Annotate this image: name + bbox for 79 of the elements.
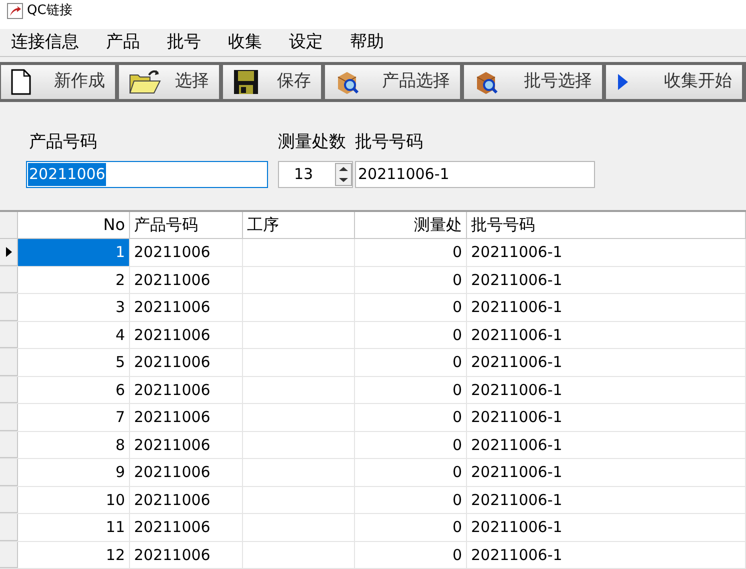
- column-header[interactable]: 产品号码: [130, 212, 243, 238]
- table-cell: 20211006: [130, 542, 243, 568]
- table-cell: 20211006-1: [467, 542, 746, 568]
- product-number-field[interactable]: 20211006: [26, 161, 268, 188]
- table-cell: 20211006-1: [467, 376, 746, 403]
- spinner-arrows-icon: [335, 163, 352, 186]
- table-cell: 20211006: [130, 322, 243, 348]
- column-header[interactable]: 工序: [243, 212, 355, 238]
- batch-number-field[interactable]: 20211006-1: [355, 161, 595, 188]
- table-cell: 20211006: [130, 486, 243, 513]
- table-cell: 0: [355, 404, 467, 430]
- table-cell: 20211006: [130, 459, 243, 486]
- table-cell: 2: [18, 266, 130, 293]
- toolbar-button[interactable]: 批号选择: [464, 64, 602, 99]
- table-cell: 1: [18, 239, 130, 266]
- table-cell: 9: [18, 459, 130, 486]
- menu-item[interactable]: 收集: [221, 30, 269, 56]
- table-cell: 12: [18, 542, 130, 568]
- batch-number-label: 批号号码: [355, 130, 424, 154]
- table-cell: 20211006-1: [467, 322, 746, 348]
- column-header[interactable]: No: [18, 212, 130, 238]
- measure-count-spinner[interactable]: 13: [278, 161, 353, 188]
- product-number-label: 产品号码: [28, 130, 98, 154]
- table-cell: 0: [355, 294, 467, 320]
- column-header[interactable]: 批号号码: [467, 212, 746, 238]
- toolbar-button[interactable]: 收集开始: [606, 64, 742, 99]
- table-cell: 20211006: [130, 266, 243, 293]
- menu-item[interactable]: 连接信息: [4, 30, 86, 56]
- menu-item[interactable]: 帮助: [343, 30, 391, 56]
- table-cell: 8: [18, 432, 130, 458]
- table-cell: 0: [355, 239, 467, 266]
- table-cell: 20211006-1: [467, 404, 746, 430]
- table-cell: 7: [18, 404, 130, 430]
- table-cell: 10: [18, 486, 130, 513]
- table-cell: 20211006-1: [467, 239, 746, 266]
- table-cell: 20211006: [130, 349, 243, 376]
- toolbar-button[interactable]: 选择: [119, 64, 219, 99]
- table-cell: 20211006-1: [467, 294, 746, 320]
- table-cell: 20211006-1: [467, 349, 746, 376]
- table-cell: 20211006-1: [467, 459, 746, 486]
- table-cell: 0: [355, 349, 467, 376]
- table-cell: 3: [18, 294, 130, 320]
- table-cell: 20211006: [130, 514, 243, 540]
- table-cell: 20211006-1: [467, 514, 746, 540]
- table-cell: 20211006-1: [467, 486, 746, 513]
- table-cell: 0: [355, 322, 467, 348]
- table-cell: 20211006: [130, 239, 243, 266]
- toolbar-button[interactable]: 保存: [223, 64, 321, 99]
- table-cell: 5: [18, 349, 130, 376]
- table-cell: 0: [355, 486, 467, 513]
- document-icon: [11, 68, 31, 95]
- app-icon: [7, 2, 23, 19]
- table-cell: 0: [355, 432, 467, 458]
- table-cell: 0: [355, 542, 467, 568]
- table-cell: 0: [355, 459, 467, 486]
- toolbar-button[interactable]: 新作成: [1, 64, 115, 99]
- table-cell: 20211006: [130, 432, 243, 458]
- menu-item[interactable]: 产品: [99, 30, 147, 56]
- menu-item[interactable]: 设定: [282, 30, 330, 56]
- current-row-icon: [6, 246, 12, 257]
- folder-icon: [129, 68, 161, 95]
- row-header[interactable]: [0, 239, 18, 266]
- table-cell: 6: [18, 376, 130, 403]
- table-cell: 0: [355, 514, 467, 540]
- play-icon: [616, 72, 630, 92]
- table-cell: 20211006: [130, 294, 243, 320]
- table-cell: 20211006-1: [467, 432, 746, 458]
- table-cell: 0: [355, 376, 467, 403]
- window-title: QC链接: [27, 2, 72, 20]
- table-cell: 0: [355, 266, 467, 293]
- table-cell: 4: [18, 322, 130, 348]
- table-cell: 11: [18, 514, 130, 540]
- measure-count-label: 测量处数: [278, 130, 347, 154]
- toolbar-button[interactable]: 产品选择: [325, 64, 460, 99]
- menu-item[interactable]: 批号: [160, 30, 208, 56]
- table-cell: 20211006: [130, 404, 243, 430]
- column-header[interactable]: 测量处: [355, 212, 467, 238]
- table-cell: 20211006: [130, 376, 243, 403]
- table-cell: 20211006-1: [467, 266, 746, 293]
